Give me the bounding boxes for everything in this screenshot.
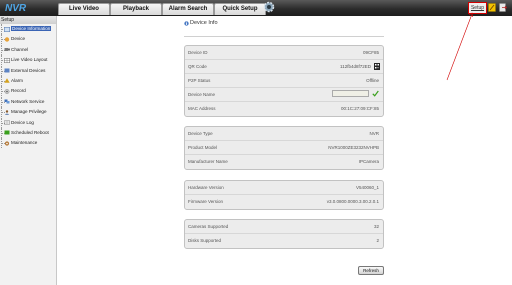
firmware-version-row: Firmware Version v3.0.0800.0000.3.00.2.0… — [185, 195, 383, 209]
hardware-version-value: V540060_1 — [355, 185, 379, 190]
product-model-value: NVR1000ZE3232NVHPB — [328, 145, 379, 150]
svg-text:NVR: NVR — [5, 3, 27, 13]
manufacturer-label: Manufacturer Name — [188, 159, 228, 164]
device-icon — [4, 37, 10, 42]
sidebar: Setup Device Information Device Channel … — [0, 16, 57, 285]
sidebar-item-label: Scheduled Reboot — [11, 129, 49, 135]
device-id-row: Device ID 09CF85 — [185, 46, 383, 60]
mac-address-row: MAC Address 00:1C:27:09:CF:85 — [185, 102, 383, 116]
sidebar-item-scheduled-reboot[interactable]: Scheduled Reboot — [0, 127, 56, 138]
p2p-status-value: Offline — [366, 78, 379, 83]
external-device-icon — [4, 68, 10, 73]
edit-icon[interactable] — [488, 3, 496, 12]
qr-code-row: QR Code 112fb4d8f72ED — [185, 60, 383, 74]
sidebar-item-alarm[interactable]: Alarm — [0, 75, 56, 86]
device-name-input[interactable] — [332, 90, 369, 97]
disks-supported-row: Disks Supported 2 — [185, 234, 383, 248]
device-name-label: Device Name — [188, 92, 216, 97]
setup-link[interactable]: Setup — [468, 2, 487, 14]
main-nav: Live Video Playback Alarm Search Quick S… — [58, 3, 266, 15]
user-icon — [4, 109, 10, 115]
camera-icon — [4, 48, 10, 52]
manufacturer-row: Manufacturer Name IPCamera — [185, 155, 383, 169]
sidebar-item-label: Device Information — [11, 26, 52, 31]
network-info-panel: Device ID 09CF85 QR Code 112fb4d8f72ED P… — [184, 45, 384, 117]
device-type-value: NVR — [369, 131, 379, 136]
record-icon — [4, 88, 10, 94]
title-divider — [184, 36, 384, 37]
sidebar-item-maintenance[interactable]: Maintenance — [0, 138, 56, 149]
info-icon — [4, 26, 10, 32]
sidebar-item-label: Record — [11, 88, 26, 94]
maintenance-icon — [4, 141, 10, 146]
version-info-panel: Hardware Version V540060_1 Firmware Vers… — [184, 180, 384, 210]
disks-supported-value: 2 — [376, 238, 379, 243]
sidebar-item-label: Manage Privilege — [11, 109, 47, 115]
hardware-version-label: Hardware Version — [188, 185, 224, 190]
disks-supported-label: Disks Supported — [188, 238, 222, 243]
device-id-label: Device ID — [188, 50, 208, 55]
info-icon — [184, 21, 189, 26]
layout-icon — [4, 57, 10, 63]
device-type-row: Device Type NVR — [185, 127, 383, 141]
nvr-logo: NVR — [5, 3, 27, 13]
qr-code-icon[interactable] — [374, 63, 380, 70]
sidebar-item-live-video-layout[interactable]: Live Video Layout — [0, 55, 56, 66]
checkmark-icon[interactable] — [372, 90, 379, 97]
mac-address-label: MAC Address — [188, 106, 216, 111]
tab-quick-setup[interactable]: Quick Setup — [214, 3, 266, 15]
sidebar-item-label: Live Video Layout — [11, 57, 48, 63]
tab-live-video[interactable]: Live Video — [58, 3, 110, 15]
qr-code-label: QR Code — [188, 64, 207, 69]
product-model-row: Product Model NVR1000ZE3232NVHPB — [185, 141, 383, 155]
reboot-icon — [4, 130, 10, 135]
sidebar-item-device-information[interactable]: Device Information — [0, 24, 56, 34]
firmware-version-label: Firmware Version — [188, 199, 224, 204]
device-id-value: 09CF85 — [362, 50, 379, 55]
sidebar-item-external-devices[interactable]: External Devices — [0, 65, 56, 76]
refresh-button[interactable]: Refresh — [358, 266, 384, 275]
sidebar-item-label: Channel — [11, 46, 29, 52]
network-icon — [4, 99, 10, 104]
page-title: Device Info — [190, 20, 218, 26]
hardware-version-row: Hardware Version V540060_1 — [185, 181, 383, 195]
alarm-icon — [4, 78, 10, 84]
log-icon — [4, 120, 10, 125]
sidebar-item-channel[interactable]: Channel — [0, 44, 56, 55]
main-content: Device Info Device ID 09CF85 QR Code 112… — [58, 16, 512, 285]
gear-icon[interactable] — [262, 0, 276, 14]
cameras-supported-row: Cameras Supported 32 — [185, 220, 383, 234]
tab-alarm-search[interactable]: Alarm Search — [162, 3, 214, 15]
cameras-supported-label: Cameras Supported — [188, 224, 229, 229]
manufacturer-value: IPCamera — [358, 159, 379, 164]
sidebar-item-label: Device — [11, 36, 26, 42]
p2p-status-label: P2P Status — [188, 78, 211, 83]
sidebar-item-label: Device Log — [11, 119, 34, 125]
capacity-info-panel: Cameras Supported 32 Disks Supported 2 — [184, 219, 384, 249]
product-model-label: Product Model — [188, 145, 218, 150]
sidebar-item-network-service[interactable]: Network Service — [0, 96, 56, 107]
sidebar-item-label: Alarm — [11, 77, 23, 83]
sidebar-item-label: Maintenance — [11, 140, 38, 146]
sidebar-heading: Setup — [0, 16, 56, 24]
device-type-label: Device Type — [188, 131, 213, 136]
firmware-version-value: v3.0.0800.0000.3.00.2.0.1 — [326, 199, 379, 204]
sidebar-item-device[interactable]: Device — [0, 34, 56, 45]
product-info-panel: Device Type NVR Product Model NVR1000ZE3… — [184, 126, 384, 170]
sidebar-item-label: External Devices — [11, 67, 46, 73]
device-name-row: Device Name — [185, 88, 383, 102]
p2p-status-row: P2P Status Offline — [185, 74, 383, 88]
sidebar-item-device-log[interactable]: Device Log — [0, 117, 56, 128]
tab-playback[interactable]: Playback — [110, 3, 162, 15]
top-bar: NVR Live Video Playback Alarm Search Qui… — [0, 0, 512, 16]
sidebar-item-manage-privilege[interactable]: Manage Privilege — [0, 107, 56, 118]
qr-code-value: 112fb4d8f72ED — [340, 64, 371, 69]
sidebar-item-record[interactable]: Record — [0, 86, 56, 97]
cameras-supported-value: 32 — [373, 224, 379, 229]
sidebar-item-label: Network Service — [11, 98, 45, 104]
mac-address-value: 00:1C:27:09:CF:85 — [340, 106, 379, 111]
exit-icon[interactable] — [499, 3, 507, 12]
